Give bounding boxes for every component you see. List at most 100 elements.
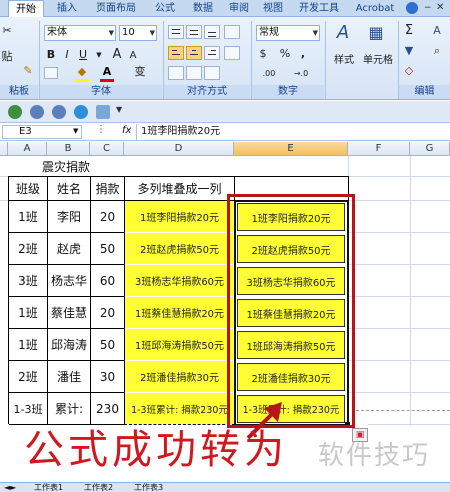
tab-review[interactable]: 审阅 [224,0,254,17]
table-cell[interactable]: 30 [91,361,125,393]
grow-font-button[interactable]: A [110,47,124,63]
table-cell[interactable]: 50 [91,233,125,265]
font-color-button[interactable]: A [100,64,114,80]
header-amount[interactable]: 捐款 [91,177,125,201]
column-header-d[interactable]: D [124,142,234,156]
increase-decimal-button[interactable]: .00 [256,66,282,82]
column-header-c[interactable]: C [90,142,124,156]
table-cell[interactable]: 3班 [9,265,48,297]
table-cell[interactable]: 1班 [9,329,48,361]
align-bottom-icon[interactable] [204,25,220,39]
table-cell[interactable]: 20 [91,297,125,329]
table-cell[interactable]: 1班 [9,297,48,329]
increase-indent-icon[interactable] [186,66,202,80]
currency-button[interactable]: $ [256,46,270,62]
table-cell[interactable]: 20 [91,201,125,233]
undo-icon[interactable] [30,105,44,119]
table-cell[interactable]: 蔡佳慧 [48,297,91,329]
sheet-tab-3[interactable]: 工作表3 [134,483,163,492]
fill-icon[interactable]: ▼ [402,43,416,59]
name-box-dropdown-icon[interactable]: ▼ [73,127,78,135]
redo-icon[interactable] [52,105,66,119]
tab-data[interactable]: 数据 [186,0,220,17]
align-left-icon[interactable] [168,46,184,60]
header-class[interactable]: 班级 [9,177,48,201]
table-cell[interactable]: 李阳 [48,201,91,233]
select-all-corner[interactable] [0,142,8,156]
table-cell[interactable]: 60 [91,265,125,297]
phonetic-button[interactable]: 变 [132,64,148,80]
save-icon[interactable] [8,105,22,119]
formula-input[interactable]: 1班李阳捐款20元 [136,124,450,140]
tab-formulas[interactable]: 公式 [148,0,182,17]
bold-button[interactable]: B [44,47,58,63]
align-right-icon[interactable] [204,46,220,60]
wrap-text-icon[interactable] [204,66,220,80]
sheet-title[interactable]: 震灾捐款 [8,157,124,176]
table-cell[interactable]: 2班 [9,233,48,265]
column-header-g[interactable]: G [410,142,450,156]
table-cell[interactable]: 1-3班 [9,393,48,425]
column-header-b[interactable]: B [47,142,90,156]
tab-home[interactable]: 开始 [8,0,44,18]
autosum-button[interactable]: Σ [402,23,416,39]
comma-button[interactable]: , [296,46,310,62]
sheet-nav-icon[interactable]: ◄► [4,483,16,492]
cells-button[interactable]: 单元格 [360,53,396,69]
clear-icon[interactable]: ◇ [402,63,416,79]
decrease-indent-icon[interactable] [168,66,184,80]
decrease-decimal-button[interactable]: →.0 [286,66,316,82]
column-header-f[interactable]: F [348,142,410,156]
underline-button[interactable]: U [76,47,90,63]
name-box[interactable]: E3 [2,125,82,139]
header-stacked[interactable]: 多列堆叠成一列 [125,177,235,201]
column-header-e[interactable]: E [234,142,348,156]
sort-filter-button[interactable]: A [430,23,444,39]
border-icon[interactable] [44,67,58,79]
styles-button[interactable]: 样式 [328,53,360,69]
align-middle-icon[interactable] [186,25,202,39]
minimize-icon[interactable]: − [424,3,432,13]
font-name-select[interactable]: 宋体 ▼ [44,25,116,41]
percent-button[interactable]: % [278,46,292,62]
tab-page-layout[interactable]: 页面布局 [88,0,144,17]
tab-insert[interactable]: 插入 [50,0,84,17]
merge-center-icon[interactable] [224,46,240,60]
table-cell[interactable]: 累计: [48,393,91,425]
column-header-a[interactable]: A [8,142,47,156]
table-cell[interactable]: 230 [91,393,125,425]
cut-icon[interactable]: ✂ [2,23,12,37]
fill-color-icon[interactable]: ◆ [74,64,90,80]
align-center-icon[interactable] [186,46,202,60]
customize-toolbar-icon[interactable]: ▼ [116,105,122,114]
tab-developer[interactable]: 开发工具 [292,0,346,17]
header-name[interactable]: 姓名 [48,177,91,201]
sheet-tab-2[interactable]: 工作表2 [84,483,113,492]
sheet-tab-1[interactable]: 工作表1 [34,483,63,492]
font-size-select[interactable]: 10 ▼ [119,25,157,41]
table-cell[interactable]: 潘佳 [48,361,91,393]
insert-function-button[interactable]: fx [122,125,131,136]
italic-button[interactable]: I [60,47,74,63]
table-cell[interactable]: 杨志华 [48,265,91,297]
table-cell[interactable]: 50 [91,329,125,361]
close-icon[interactable]: ✕ [436,2,444,13]
shrink-font-button[interactable]: A [126,48,140,64]
orientation-icon[interactable] [224,25,240,39]
underline-dropdown-icon[interactable]: ▼ [96,47,102,63]
help-icon[interactable] [406,2,418,14]
styles-icon[interactable]: A [332,24,354,47]
tab-acrobat[interactable]: Acrobat [350,0,400,17]
tab-view[interactable]: 视图 [258,0,288,17]
cells-icon[interactable]: ▦ [364,25,388,47]
table-cell[interactable]: 2班 [9,361,48,393]
print-preview-icon[interactable] [96,105,110,119]
refresh-icon[interactable] [74,105,88,119]
table-cell[interactable]: 1班 [9,201,48,233]
table-cell[interactable]: 赵虎 [48,233,91,265]
table-cell[interactable]: 邱海涛 [48,329,91,361]
format-painter-icon[interactable]: ✎ [20,63,36,77]
align-top-icon[interactable] [168,25,184,39]
paste-button[interactable]: 贴 [0,49,14,65]
find-select-icon[interactable]: ⌕ [430,43,444,59]
